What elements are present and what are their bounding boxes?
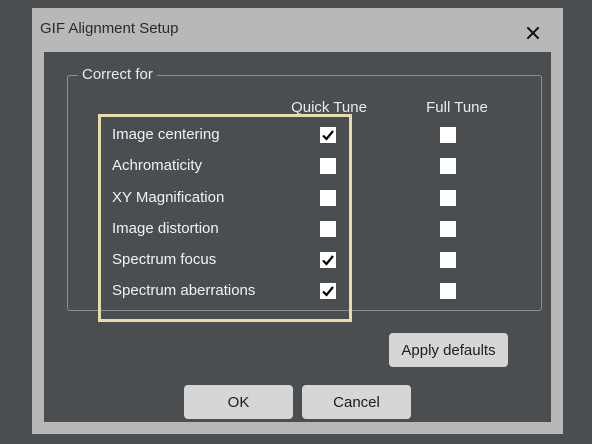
close-icon[interactable] xyxy=(522,22,544,44)
checkmark-icon xyxy=(322,255,334,266)
full-tune-checkbox-image-centering[interactable] xyxy=(440,127,456,143)
column-header-full-tune: Full Tune xyxy=(426,99,488,116)
quick-tune-checkbox-achromaticity[interactable] xyxy=(320,158,336,174)
full-tune-checkbox-spectrum-focus[interactable] xyxy=(440,252,456,268)
quick-tune-checkbox-image-centering[interactable] xyxy=(320,127,336,143)
quick-tune-checkbox-image-distortion[interactable] xyxy=(320,221,336,237)
full-tune-checkbox-xy-magnification[interactable] xyxy=(440,190,456,206)
full-tune-checkbox-spectrum-aberrations[interactable] xyxy=(440,283,456,299)
row-label-xy-magnification: XY Magnification xyxy=(112,189,225,206)
title-bar: GIF Alignment Setup xyxy=(32,8,563,52)
quick-tune-checkbox-xy-magnification[interactable] xyxy=(320,190,336,206)
dialog-body: Correct for Quick Tune Full Tune Image c… xyxy=(44,52,551,422)
checkmark-icon xyxy=(322,286,334,297)
full-tune-checkbox-image-distortion[interactable] xyxy=(440,221,456,237)
group-legend: Correct for xyxy=(78,67,157,83)
quick-tune-checkbox-spectrum-aberrations[interactable] xyxy=(320,283,336,299)
quick-tune-checkbox-spectrum-focus[interactable] xyxy=(320,252,336,268)
ok-button[interactable]: OK xyxy=(184,385,293,419)
full-tune-checkbox-achromaticity[interactable] xyxy=(440,158,456,174)
row-label-spectrum-focus: Spectrum focus xyxy=(112,251,217,268)
gif-alignment-setup-dialog: GIF Alignment Setup Correct for Quick Tu… xyxy=(32,8,563,434)
row-label-achromaticity: Achromaticity xyxy=(112,157,203,174)
row-label-image-distortion: Image distortion xyxy=(112,220,219,237)
checkmark-icon xyxy=(322,130,334,141)
row-label-image-centering: Image centering xyxy=(112,126,220,143)
cancel-button[interactable]: Cancel xyxy=(302,385,411,419)
row-label-spectrum-aberrations: Spectrum aberrations xyxy=(112,282,256,299)
dialog-title: GIF Alignment Setup xyxy=(40,20,179,37)
apply-defaults-button[interactable]: Apply defaults xyxy=(389,333,508,367)
